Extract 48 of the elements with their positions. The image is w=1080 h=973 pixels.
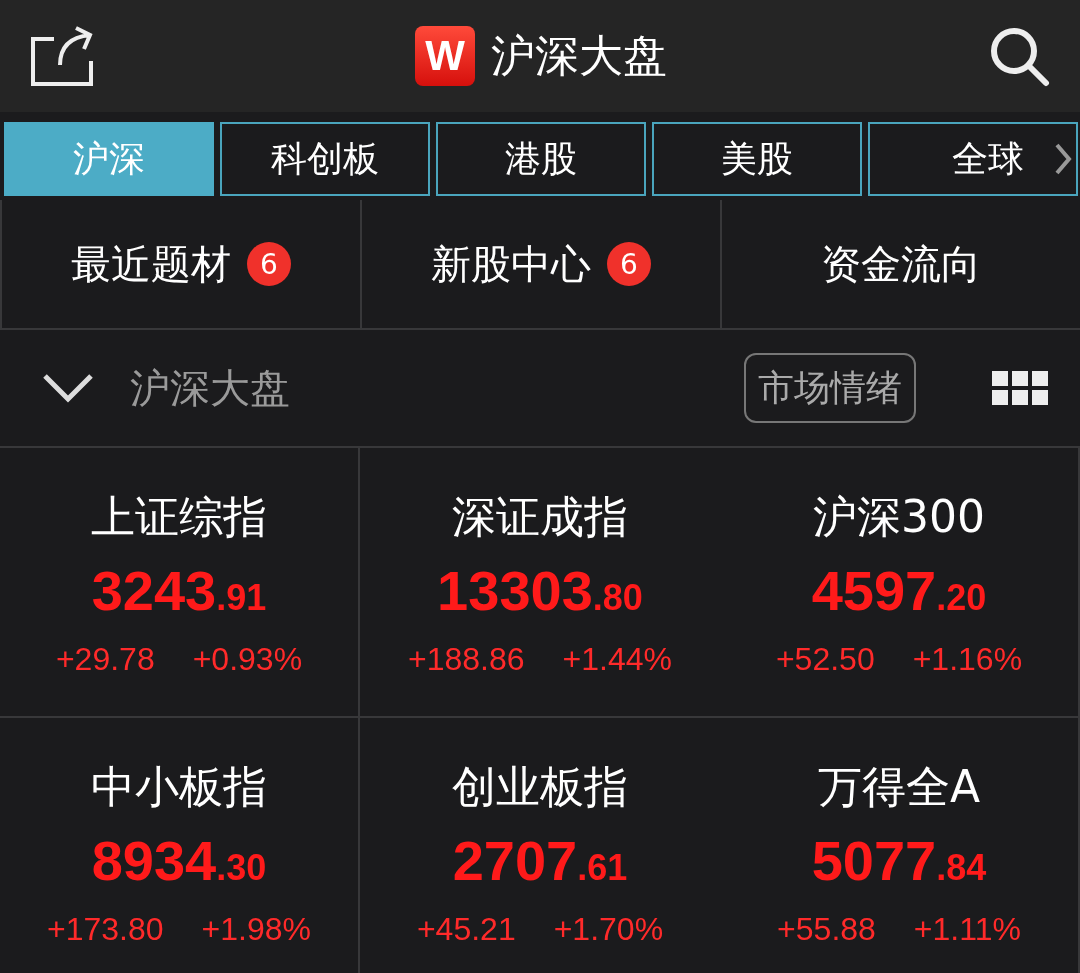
change-value: +52.50 bbox=[775, 641, 875, 678]
count-badge: 6 bbox=[247, 242, 291, 286]
chevron-right-icon[interactable] bbox=[1054, 142, 1072, 176]
market-sentiment-button[interactable]: 市场情绪 bbox=[744, 353, 916, 423]
index-name: 创业板指 bbox=[452, 760, 628, 814]
index-card[interactable]: 深证成指 13303.80 +188.86 +1.44% bbox=[360, 448, 720, 718]
index-card[interactable]: 沪深300 4597.20 +52.50 +1.16% bbox=[720, 448, 1080, 718]
change-value: +45.21 bbox=[416, 911, 516, 948]
tab[interactable]: 科创板 bbox=[220, 122, 430, 196]
change-percent: +1.44% bbox=[562, 641, 672, 678]
change-percent: +1.70% bbox=[553, 911, 664, 948]
index-card[interactable]: 万得全A 5077.84 +55.88 +1.11% bbox=[720, 718, 1080, 973]
app-logo: W bbox=[415, 26, 475, 86]
index-card[interactable]: 中小板指 8934.30 +173.80 +1.98% bbox=[0, 718, 360, 973]
search-icon[interactable] bbox=[988, 25, 1050, 87]
window-title: 沪深大盘 bbox=[491, 28, 667, 83]
index-value: 5077.84 bbox=[811, 828, 987, 893]
index-value: 13303.80 bbox=[437, 558, 643, 623]
change-value: +188.86 bbox=[408, 641, 525, 678]
change-percent: +0.93% bbox=[192, 641, 303, 678]
index-name: 万得全A bbox=[817, 760, 981, 814]
tab[interactable]: 美股 bbox=[652, 122, 862, 196]
shortcut-link[interactable]: 新股中心 bbox=[431, 236, 591, 292]
shortcut-link[interactable]: 最近题材 bbox=[71, 236, 231, 292]
section-title: 沪深大盘 bbox=[130, 363, 291, 413]
index-name: 中小板指 bbox=[91, 760, 267, 814]
tab[interactable]: 港股 bbox=[436, 122, 646, 196]
index-name: 上证综指 bbox=[91, 490, 267, 544]
index-value: 8934.30 bbox=[91, 828, 267, 893]
index-card[interactable]: 上证综指 3243.91 +29.78 +0.93% bbox=[0, 448, 360, 718]
chevron-down-icon[interactable] bbox=[42, 373, 94, 403]
change-value: +173.80 bbox=[47, 911, 164, 948]
index-value: 4597.20 bbox=[811, 558, 987, 623]
change-value: +55.88 bbox=[777, 911, 876, 948]
change-value: +29.78 bbox=[55, 641, 155, 678]
share-icon[interactable] bbox=[30, 25, 94, 87]
index-value: 3243.91 bbox=[91, 558, 267, 623]
change-percent: +1.98% bbox=[201, 911, 311, 948]
shortcut-link[interactable]: 资金流向 bbox=[821, 236, 981, 292]
grid-icon[interactable] bbox=[992, 371, 1048, 405]
index-name: 深证成指 bbox=[452, 490, 628, 544]
change-percent: +1.11% bbox=[913, 911, 1021, 948]
index-name: 沪深300 bbox=[813, 490, 985, 544]
count-badge: 6 bbox=[607, 242, 651, 286]
tab[interactable]: 全球 bbox=[868, 122, 1078, 196]
index-card[interactable]: 创业板指 2707.61 +45.21 +1.70% bbox=[360, 718, 720, 973]
change-percent: +1.16% bbox=[912, 641, 1023, 678]
index-value: 2707.61 bbox=[452, 828, 628, 893]
